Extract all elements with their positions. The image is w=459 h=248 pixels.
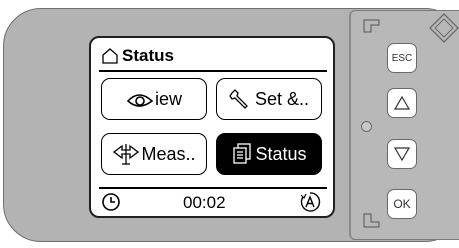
tile-view[interactable]: iew: [101, 78, 207, 120]
up-button[interactable]: [387, 88, 417, 118]
tile-measure-label: Meas..: [141, 144, 196, 164]
tile-status[interactable]: Status: [216, 133, 322, 175]
tile-measure[interactable]: Meas..: [101, 133, 207, 175]
clock-icon: [102, 193, 120, 211]
diamond-icon: [429, 13, 459, 43]
wrench-icon: [229, 89, 248, 109]
clock-readout: 00:02: [183, 193, 226, 212]
eye-icon: [126, 94, 154, 107]
panel-bottom-mark-icon: [363, 213, 380, 228]
esc-button[interactable]: ESC: [387, 43, 417, 73]
up-triangle-icon: [394, 96, 410, 110]
tile-view-label: iew: [154, 89, 182, 109]
tile-status-label: Status: [255, 144, 307, 164]
ok-label: OK: [393, 197, 411, 211]
status-icon: [233, 143, 252, 164]
auto-mode-icon: [300, 192, 321, 212]
tile-settings[interactable]: Set &..: [216, 78, 322, 120]
status-footer: 00:02: [99, 191, 327, 213]
title-divider: [99, 70, 327, 72]
home-icon: [102, 48, 118, 64]
measure-icon: [113, 144, 140, 165]
footer-divider: [99, 187, 327, 189]
ok-button[interactable]: OK: [387, 189, 417, 219]
tile-settings-label: Set &..: [254, 89, 310, 109]
panel-top-mark-icon: [363, 19, 380, 33]
title-bar: Status: [101, 44, 174, 68]
page-title: Status: [122, 46, 174, 65]
display-screen: Status iew Set &.. Meas.. Status 00:02: [89, 36, 335, 218]
status-led: [361, 121, 372, 132]
down-triangle-icon: [394, 147, 410, 161]
esc-label: ESC: [391, 52, 413, 64]
down-button[interactable]: [387, 139, 417, 169]
